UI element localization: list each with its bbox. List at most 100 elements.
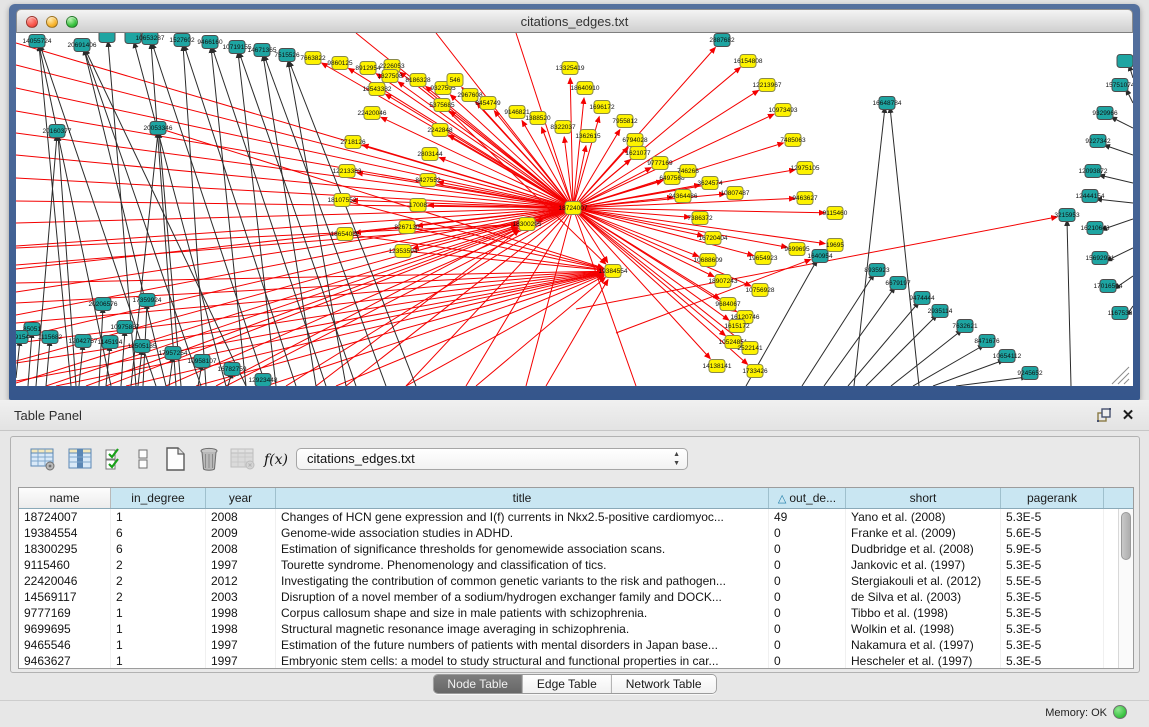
graph-node[interactable]: 19654923 [749, 252, 778, 265]
column-header-out_de[interactable]: △out_de... [769, 488, 846, 508]
graph-node[interactable]: 1696172 [589, 101, 615, 114]
graph-node[interactable]: 2242848 [427, 124, 453, 137]
graph-node[interactable]: 10807487 [721, 187, 750, 200]
deselect-all-icon[interactable] [129, 445, 157, 473]
table-row[interactable]: 911546021997Tourette syndrome. Phenomeno… [19, 557, 1133, 573]
graph-node[interactable]: 12923448 [249, 374, 278, 387]
table-row[interactable]: 2242004622012Investigating the contribut… [19, 573, 1133, 589]
graph-node[interactable]: 1733426 [742, 365, 768, 378]
network-graph[interactable]: 1405572420691406106532871527602946616010… [16, 33, 1133, 386]
graph-node[interactable]: 9684067 [715, 298, 741, 311]
graph-node[interactable]: 7955812 [612, 115, 638, 128]
new-table-icon[interactable] [161, 445, 189, 473]
graph-node[interactable]: 10654112 [993, 350, 1022, 363]
column-header-name[interactable]: name [19, 488, 111, 508]
graph-node[interactable]: 746266 [677, 165, 699, 178]
graph-node[interactable]: 10688609 [694, 254, 723, 267]
graph-node[interactable]: 1167533 [1108, 307, 1133, 320]
graph-node[interactable]: 2803144 [417, 148, 443, 161]
table-settings-icon[interactable] [29, 445, 57, 473]
graph-node[interactable]: 18640910 [571, 82, 600, 95]
scrollbar-thumb[interactable] [1121, 512, 1131, 560]
graph-node[interactable]: 16154808 [734, 55, 763, 68]
graph-node[interactable]: 8322037 [550, 121, 576, 134]
tab-node-table[interactable]: Node Table [433, 675, 523, 693]
graph-node[interactable]: 7632621 [952, 320, 978, 333]
column-header-in_degree[interactable]: in_degree [111, 488, 206, 508]
float-panel-icon[interactable] [1095, 407, 1113, 425]
graph-node[interactable]: 9699695 [784, 243, 810, 256]
table-row[interactable]: 1872400712008Changes of HCN gene express… [19, 509, 1133, 525]
graph-node[interactable] [99, 33, 115, 43]
graph-node[interactable]: 15692931 [1086, 252, 1115, 265]
graph-node[interactable]: 14055724 [23, 35, 52, 48]
column-header-short[interactable]: short [846, 488, 1001, 508]
graph-node[interactable]: 2935114 [928, 305, 953, 318]
table-row[interactable]: 969969511998Structural magnetic resonanc… [19, 621, 1133, 637]
graph-node[interactable]: 18654082 [331, 228, 360, 241]
table-row[interactable]: 1830029562008Estimation of significance … [19, 541, 1133, 557]
table-row[interactable]: 1938455462009Genome-wide association stu… [19, 525, 1133, 541]
graph-node[interactable]: 20053346 [144, 122, 173, 135]
graph-node[interactable]: 9227342 [1085, 135, 1111, 148]
select-all-icon[interactable] [101, 445, 129, 473]
tab-edge-table[interactable]: Edge Table [523, 675, 612, 693]
graph-node[interactable]: 7386372 [687, 212, 713, 225]
table-row[interactable]: 1456911722003Disruption of a novel membe… [19, 589, 1133, 605]
vertical-scrollbar[interactable] [1118, 509, 1133, 669]
table-row[interactable]: 946362711997Embryonic stem cells: a mode… [19, 653, 1133, 669]
column-header-pagerank[interactable]: pagerank [1001, 488, 1104, 508]
graph-node[interactable]: 3624574 [697, 177, 723, 190]
graph-node[interactable]: 1527602 [169, 34, 195, 47]
graph-node[interactable]: 1362615 [575, 130, 601, 143]
graph-node[interactable]: 12975105 [791, 162, 820, 175]
table-source-dropdown[interactable]: citations_edges.txt ▲▼ [296, 448, 688, 470]
column-header-title[interactable]: title [276, 488, 769, 508]
graph-node[interactable]: 3215953 [1054, 209, 1080, 222]
graph-node[interactable]: 2718126 [340, 136, 366, 149]
close-window-button[interactable] [26, 16, 38, 28]
graph-node[interactable]: 6794028 [622, 134, 648, 147]
memory-ok-icon[interactable] [1113, 705, 1127, 719]
column-header-year[interactable]: year [206, 488, 276, 508]
graph-node[interactable]: 16210643 [1081, 222, 1110, 235]
graph-node[interactable]: 9329966 [1092, 107, 1118, 120]
table-row[interactable]: 946554611997Estimation of the future num… [19, 637, 1133, 653]
graph-node[interactable]: 9463627 [792, 192, 818, 205]
graph-node[interactable]: 7663822 [300, 52, 326, 65]
graph-node[interactable]: 15751074 [1106, 79, 1133, 92]
graph-node[interactable]: 9860125 [327, 57, 353, 70]
graph-node[interactable]: 8471676 [974, 335, 1000, 348]
graph-node[interactable]: 16648784 [873, 97, 902, 110]
graph-node[interactable]: 12213967 [753, 79, 782, 92]
graph-node[interactable]: 1621077 [625, 147, 651, 160]
graph-node[interactable]: 20691406 [68, 39, 97, 52]
graph-node[interactable]: 2887682 [709, 34, 735, 47]
graph-node[interactable]: 12444154 [1076, 190, 1105, 203]
window-titlebar[interactable]: citations_edges.txt [16, 9, 1133, 33]
graph-node[interactable]: 9474444 [909, 292, 935, 305]
graph-node[interactable]: 7485063 [780, 134, 806, 147]
graph-node[interactable]: 24364486 [669, 190, 698, 203]
graph-node[interactable]: 39154 [16, 331, 29, 344]
graph-node[interactable]: 17016504 [1094, 280, 1123, 293]
table-row[interactable]: 977716911998Corpus callosum shape and si… [19, 605, 1133, 621]
graph-node[interactable]: 13325419 [556, 62, 585, 75]
graph-node[interactable]: 8935923 [864, 264, 890, 277]
delete-table-icon[interactable] [229, 445, 257, 473]
zoom-window-button[interactable] [66, 16, 78, 28]
network-canvas[interactable]: 1405572420691406106532871527602946616010… [16, 33, 1133, 386]
delete-entries-icon[interactable] [195, 445, 223, 473]
function-builder-icon[interactable]: f(x) [261, 445, 289, 473]
graph-node[interactable]: 6679197 [885, 277, 911, 290]
graph-node[interactable]: 17008 [409, 199, 427, 212]
graph-node[interactable]: 546 [447, 74, 463, 87]
graph-node[interactable] [1117, 55, 1133, 68]
graph-node[interactable]: 14671365 [248, 44, 277, 57]
graph-node[interactable]: 18543382 [363, 83, 392, 96]
show-columns-icon[interactable] [67, 445, 95, 473]
graph-node[interactable]: 12353594 [389, 245, 418, 258]
graph-node[interactable]: 14138141 [703, 360, 732, 373]
graph-node[interactable]: 19695 [826, 239, 844, 252]
graph-node[interactable]: 9115460 [823, 207, 848, 220]
